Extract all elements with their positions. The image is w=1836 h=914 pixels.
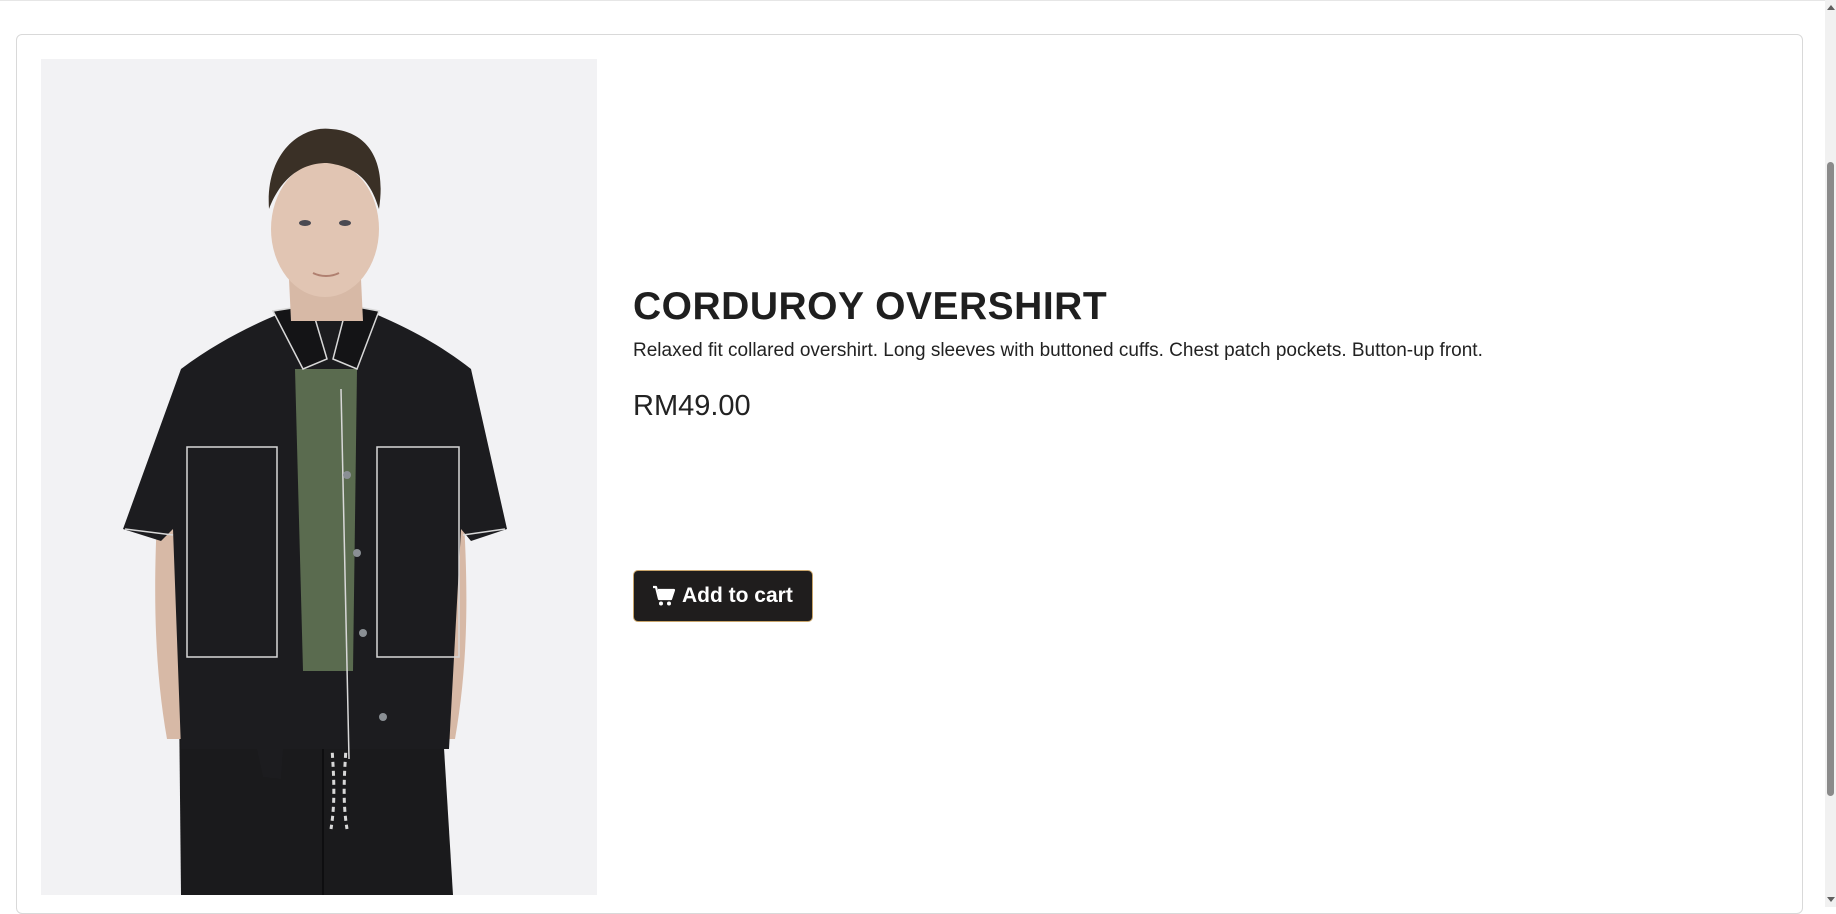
cart-icon	[652, 585, 676, 607]
add-to-cart-button[interactable]: Add to cart	[633, 570, 813, 622]
page: CORDUROY OVERSHIRT Relaxed fit collared …	[0, 0, 1825, 914]
product-description: Relaxed fit collared overshirt. Long sle…	[633, 340, 1483, 361]
product-details: CORDUROY OVERSHIRT Relaxed fit collared …	[633, 285, 1733, 622]
product-card: CORDUROY OVERSHIRT Relaxed fit collared …	[16, 34, 1803, 914]
product-photo	[41, 59, 597, 895]
scrollbar-thumb[interactable]	[1827, 162, 1834, 796]
vertical-scrollbar[interactable]	[1825, 0, 1836, 907]
product-price: RM49.00	[633, 390, 751, 422]
scroll-down-arrow-icon[interactable]	[1825, 893, 1836, 907]
top-divider	[0, 0, 1825, 1]
scroll-up-arrow-icon[interactable]	[1825, 0, 1836, 14]
product-title: CORDUROY OVERSHIRT	[633, 285, 1108, 328]
product-image	[41, 59, 597, 895]
add-to-cart-label: Add to cart	[682, 584, 793, 607]
